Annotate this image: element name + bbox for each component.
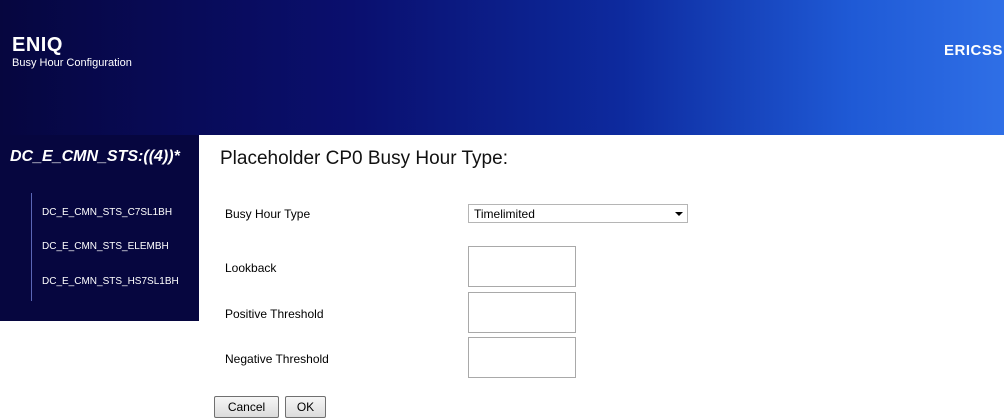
negative-threshold-input[interactable]: [468, 337, 576, 378]
sidebar-divider: [31, 193, 32, 301]
app-subtitle: Busy Hour Configuration: [12, 57, 132, 69]
busy-hour-type-value: Timelimited: [474, 207, 535, 221]
lookback-label: Lookback: [225, 261, 277, 275]
sidebar-title: DC_E_CMN_STS:((4))*: [10, 148, 180, 165]
ok-button[interactable]: OK: [285, 396, 326, 418]
positive-threshold-label: Positive Threshold: [225, 307, 324, 321]
page-title: Placeholder CP0 Busy Hour Type:: [220, 148, 508, 169]
sidebar-item-elembh[interactable]: DC_E_CMN_STS_ELEMBH: [42, 241, 169, 252]
cancel-button[interactable]: Cancel: [214, 396, 279, 418]
app-title: ENIQ: [12, 34, 63, 56]
brand-logo-text: ERICSS: [944, 42, 1003, 59]
positive-threshold-input[interactable]: [468, 292, 576, 333]
app-header: ENIQ Busy Hour Configuration ERICSS: [0, 0, 1004, 135]
busy-hour-type-select[interactable]: Timelimited: [468, 204, 688, 223]
sidebar-item-c7sl1bh[interactable]: DC_E_CMN_STS_C7SL1BH: [42, 207, 172, 218]
lookback-input[interactable]: [468, 246, 576, 287]
busy-hour-type-label: Busy Hour Type: [225, 207, 311, 221]
sidebar: DC_E_CMN_STS:((4))* DC_E_CMN_STS_C7SL1BH…: [0, 135, 199, 321]
negative-threshold-label: Negative Threshold: [225, 352, 329, 366]
sidebar-item-hs7sl1bh[interactable]: DC_E_CMN_STS_HS7SL1BH: [42, 276, 179, 287]
dropdown-arrow-icon: [675, 212, 683, 216]
